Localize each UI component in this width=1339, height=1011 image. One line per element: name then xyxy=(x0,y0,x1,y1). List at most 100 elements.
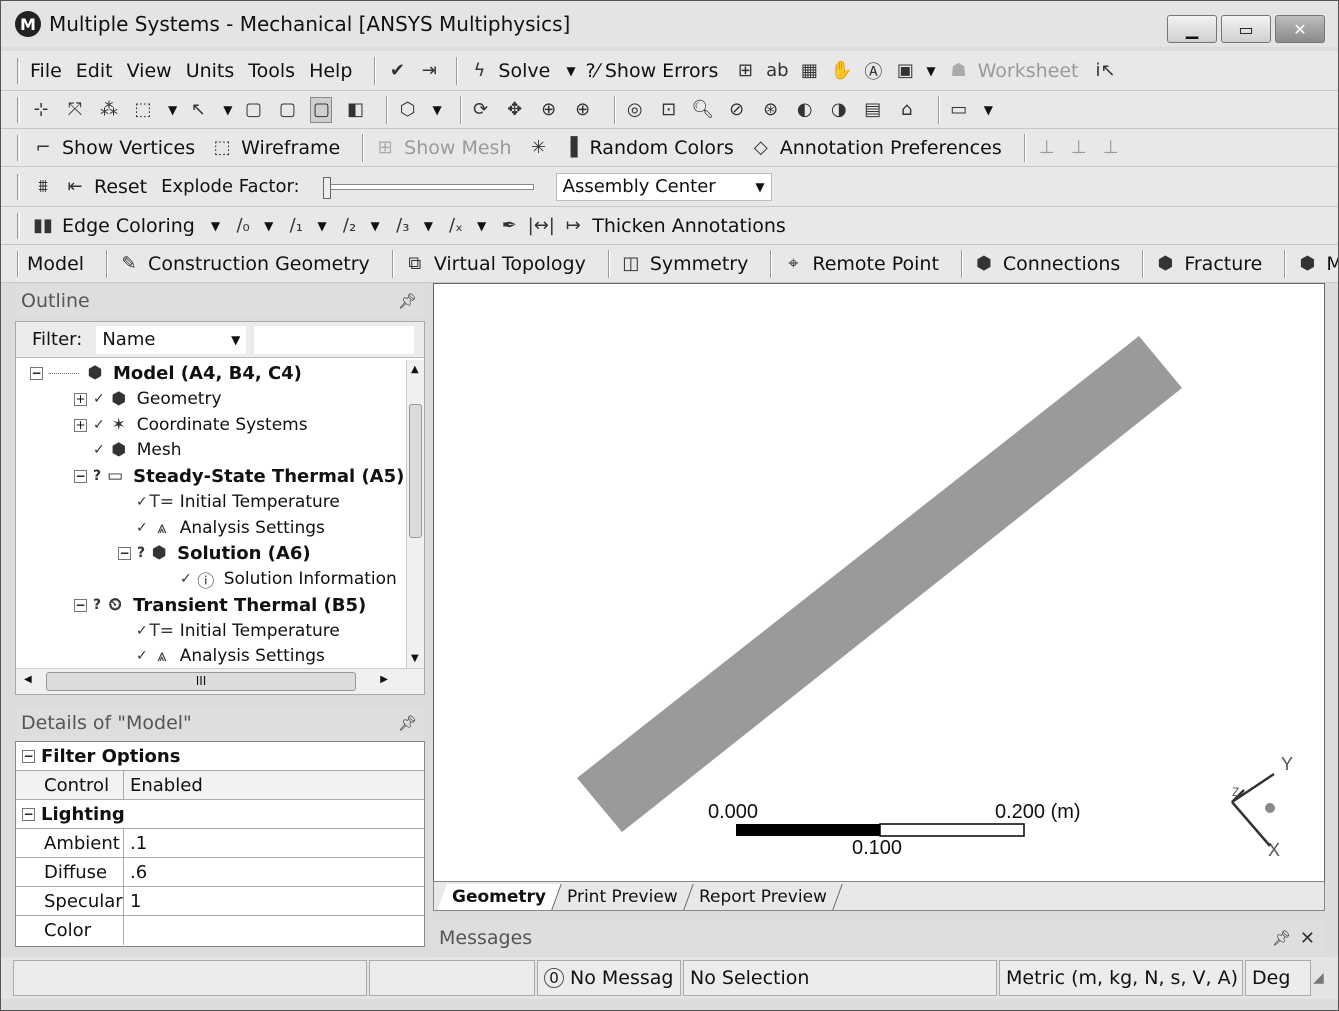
next-view-icon[interactable]: ◑ xyxy=(828,97,850,123)
details-row-ambient[interactable]: Ambient .1 xyxy=(16,829,424,858)
show-mesh-button[interactable]: ⊞ Show Mesh xyxy=(372,135,512,161)
menu-file[interactable]: File xyxy=(30,60,62,82)
select-coordinate-icon[interactable]: ⁂ xyxy=(98,97,120,123)
previous-view-icon[interactable]: ◐ xyxy=(794,97,816,123)
edge-0-icon[interactable]: ∕₀ xyxy=(230,213,256,239)
tree-item-analysis-settings-2[interactable]: ✓ ⩓ Analysis Settings xyxy=(136,643,325,668)
edge-3-icon[interactable]: ∕₃ xyxy=(390,213,416,239)
scroll-left-icon[interactable]: ◀ xyxy=(24,674,32,685)
wireframe-button[interactable]: ⬚ Wireframe xyxy=(209,135,341,161)
tab-print-preview[interactable]: Print Preview xyxy=(552,884,694,910)
edge-3-dropdown-icon[interactable]: ▼ xyxy=(424,219,433,233)
axis-triad-2-icon[interactable]: ⊥ xyxy=(1066,135,1092,161)
status-messages[interactable]: 0 No Messag xyxy=(537,960,681,996)
context-help-icon[interactable]: i↖ xyxy=(1093,58,1119,84)
toolbar-grip[interactable] xyxy=(17,96,20,123)
edge-0-dropdown-icon[interactable]: ▼ xyxy=(264,219,273,233)
connections-button[interactable]: ⬢ Connections xyxy=(971,251,1120,277)
construction-geometry-button[interactable]: ✎ Construction Geometry xyxy=(116,251,370,277)
axis-triad-3-icon[interactable]: ⊥ xyxy=(1098,135,1124,161)
pointer-dropdown-icon[interactable]: ▼ xyxy=(223,103,232,117)
menu-view[interactable]: View xyxy=(127,60,172,82)
tree-item-steady-state-thermal[interactable]: −? ▭ Steady-State Thermal (A5) xyxy=(74,463,404,489)
tree-item-mesh[interactable]: ✓ ⬢ Mesh xyxy=(93,437,182,463)
expand-icon[interactable]: + xyxy=(74,392,87,406)
collapse-icon[interactable]: − xyxy=(74,598,87,612)
toolbar-grip[interactable] xyxy=(17,250,19,277)
filter-select[interactable]: Name ▼ xyxy=(96,325,247,354)
details-group-filter-options[interactable]: − Filter Options xyxy=(16,742,424,771)
edge-x-dropdown-icon[interactable]: ▼ xyxy=(477,219,486,233)
zoom-to-fit-icon[interactable]: ◎ xyxy=(624,97,646,123)
expand-icon[interactable]: + xyxy=(74,418,87,432)
select-mode-dropdown-icon[interactable]: ▼ xyxy=(168,103,177,117)
symmetry-button[interactable]: ◫ Symmetry xyxy=(618,251,748,277)
toolbar-grip[interactable] xyxy=(17,57,20,84)
viewport-layout-dropdown-icon[interactable]: ▼ xyxy=(984,103,993,117)
pin-icon[interactable]: 📌︎ xyxy=(398,714,417,732)
pan-icon[interactable]: ✥ xyxy=(504,97,526,123)
annotation-preferences-button[interactable]: ◇ Annotation Preferences xyxy=(748,135,1002,161)
tree-item-solution-information[interactable]: ✓ ⓘ Solution Information xyxy=(180,566,397,592)
text-annotation-icon[interactable]: ab xyxy=(764,58,790,84)
edge-x-icon[interactable]: ∕ₓ xyxy=(443,213,469,239)
select-body-filter-icon[interactable]: ◧ xyxy=(344,97,366,123)
thin-annotation-icon[interactable]: |↔| xyxy=(528,213,555,239)
explode-view-icon[interactable]: ⩩ xyxy=(30,174,56,200)
remote-point-button[interactable]: ⌖ Remote Point xyxy=(780,251,939,277)
collapse-icon[interactable]: − xyxy=(22,807,35,821)
close-icon[interactable]: ✕ xyxy=(1300,928,1315,949)
label-icon[interactable]: Ⓐ xyxy=(860,58,886,84)
collapse-icon[interactable]: − xyxy=(22,749,35,763)
scroll-thumb[interactable] xyxy=(409,404,422,538)
mesh-context-button[interactable]: ⬢ Me xyxy=(1294,251,1338,277)
new-section-icon[interactable]: ⊞ xyxy=(732,58,758,84)
tree-arrow-icon[interactable]: ⇥ xyxy=(416,58,442,84)
tree-item-coordinate-systems[interactable]: + ✓ ✶ Coordinate Systems xyxy=(74,412,308,438)
details-row-color[interactable]: Color xyxy=(16,916,424,945)
assembly-center-select[interactable]: Assembly Center ▼ xyxy=(555,172,772,201)
outline-vertical-scrollbar[interactable]: ▲ ▼ xyxy=(406,360,424,668)
fracture-button[interactable]: ⬢ Fracture xyxy=(1152,251,1262,277)
pin-icon[interactable]: 📌︎ xyxy=(1272,929,1291,947)
select-vertex-filter-icon[interactable]: ▢ xyxy=(242,97,264,123)
h-scroll-thumb[interactable]: III xyxy=(46,672,356,691)
solve-button[interactable]: ϟ Solve xyxy=(466,58,550,84)
graphics-viewport[interactable]: 0.000 0.200 (m) 0.100 Y X Z xyxy=(433,283,1325,911)
tree-item-initial-temperature[interactable]: ✓ T= Initial Temperature xyxy=(136,489,340,515)
extend-dropdown-icon[interactable]: ▼ xyxy=(432,103,441,117)
tree-item-initial-temperature-2[interactable]: ✓ T= Initial Temperature xyxy=(136,618,340,644)
scroll-up-icon[interactable]: ▲ xyxy=(411,364,419,375)
zoom-icon[interactable]: ⊕ xyxy=(538,97,560,123)
details-group-lighting[interactable]: − Lighting xyxy=(16,800,424,829)
menu-tools[interactable]: Tools xyxy=(248,60,295,82)
tree-item-solution[interactable]: −? ⬢ Solution (A6) xyxy=(118,540,311,566)
tab-geometry[interactable]: Geometry xyxy=(437,884,562,910)
tree-item-analysis-settings[interactable]: ✓ ⩓ Analysis Settings xyxy=(136,515,325,541)
edge-coloring-dropdown-icon[interactable]: ▼ xyxy=(211,219,220,233)
magnifier-window-icon[interactable]: ⊘ xyxy=(726,97,748,123)
explode-factor-slider[interactable] xyxy=(322,176,534,199)
outline-horizontal-scrollbar[interactable]: ◀ III ▶ xyxy=(16,668,424,694)
chart-icon[interactable]: ▦ xyxy=(796,58,822,84)
details-row-diffuse[interactable]: Diffuse .6 xyxy=(16,858,424,887)
tree-item-geometry[interactable]: + ✓ ⬢ Geometry xyxy=(74,386,222,412)
select-vertex-icon[interactable]: ⤧ xyxy=(64,97,86,123)
tree-item-model[interactable]: − ⬢ Model (A4, B4, C4) xyxy=(30,360,302,386)
scroll-right-icon[interactable]: ▶ xyxy=(380,674,388,685)
virtual-topology-button[interactable]: ⧉ Virtual Topology xyxy=(402,251,585,277)
select-face-filter-icon[interactable]: ▢ xyxy=(310,96,333,123)
select-edge-filter-icon[interactable]: ▢ xyxy=(276,97,298,123)
solve-dropdown-icon[interactable]: ▼ xyxy=(566,64,575,78)
scroll-down-icon[interactable]: ▼ xyxy=(411,653,419,664)
menu-help[interactable]: Help xyxy=(309,60,352,82)
collapse-icon[interactable]: − xyxy=(74,469,87,483)
reset-button[interactable]: ⇤ Reset xyxy=(62,174,147,200)
zoom-box-icon[interactable]: ⊡ xyxy=(658,97,680,123)
image-icon[interactable]: ▣ xyxy=(892,58,918,84)
tag-icon[interactable]: ⌂ xyxy=(896,97,918,123)
edge-coloring-button[interactable]: ▮▮ Edge Coloring xyxy=(30,213,195,239)
details-row-control[interactable]: Control Enabled xyxy=(16,771,424,800)
property-value[interactable]: Enabled xyxy=(124,775,203,796)
property-value[interactable]: .1 xyxy=(124,833,147,854)
